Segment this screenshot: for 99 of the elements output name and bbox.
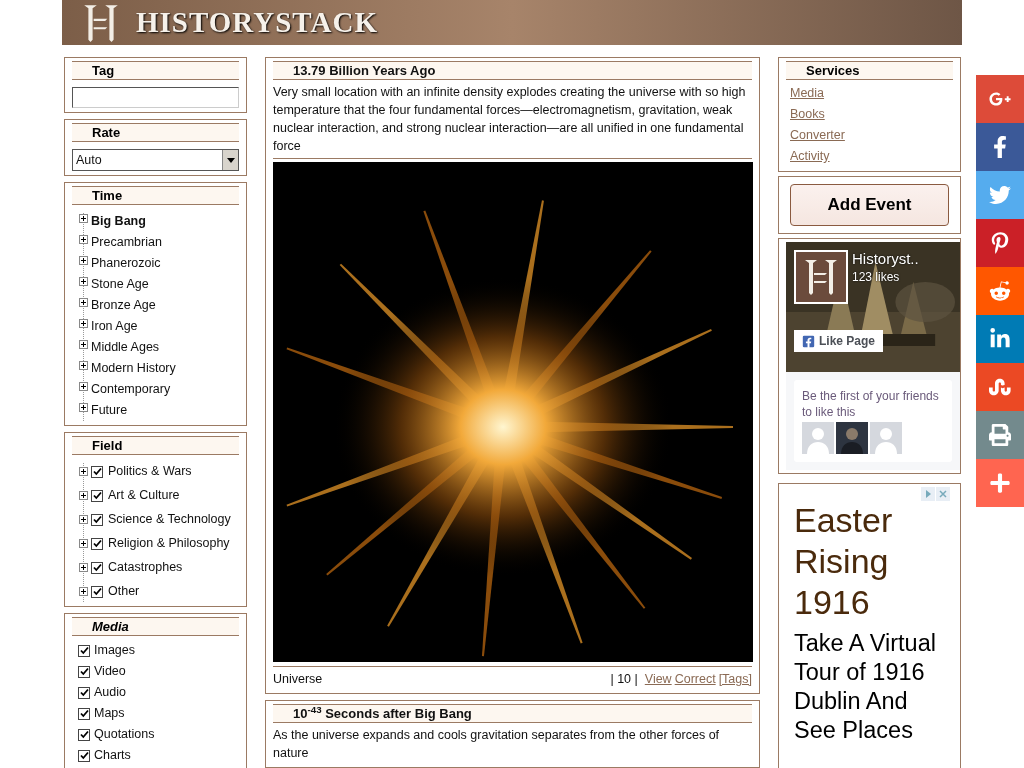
- site-logo[interactable]: HISTORYSTACK: [136, 0, 378, 45]
- event-link[interactable]: [Tags]: [718, 670, 752, 688]
- field-label[interactable]: Politics & Wars: [108, 463, 192, 480]
- share-button[interactable]: [976, 315, 1024, 363]
- ad-headline[interactable]: Easter Rising 1916: [794, 500, 914, 623]
- media-label[interactable]: Images: [94, 642, 135, 659]
- checkbox[interactable]: [78, 686, 90, 699]
- panel-title: Rate: [72, 123, 239, 142]
- plus-icon: [989, 472, 1011, 494]
- ad-choices-icon[interactable]: [921, 487, 950, 501]
- friends-text: Be the first of your friends to like this: [802, 388, 940, 420]
- time-period-item[interactable]: Middle Ages: [91, 339, 160, 356]
- share-button[interactable]: [976, 123, 1024, 171]
- linkedin-icon: [989, 328, 1011, 350]
- service-link[interactable]: Books: [790, 104, 825, 125]
- share-button[interactable]: [976, 363, 1024, 411]
- checkbox[interactable]: [78, 749, 90, 762]
- event-caption: Universe: [273, 671, 324, 688]
- media-label[interactable]: Charts: [94, 747, 131, 764]
- event-date: 13.79 Billion Years Ago: [273, 61, 752, 80]
- field-label[interactable]: Other: [108, 583, 140, 600]
- media-label[interactable]: Audio: [94, 684, 126, 701]
- rating-count: | 10 |: [610, 671, 638, 688]
- checkbox[interactable]: [91, 513, 103, 526]
- event-link[interactable]: View: [644, 670, 672, 688]
- checkbox[interactable]: [91, 585, 103, 598]
- expand-icon[interactable]: [79, 539, 88, 548]
- expand-icon[interactable]: [79, 491, 88, 500]
- service-link[interactable]: Converter: [790, 125, 845, 146]
- checkbox[interactable]: [78, 707, 90, 720]
- expand-icon[interactable]: [79, 361, 88, 370]
- panel-title: Services: [786, 61, 953, 80]
- event-description: Very small location with an infinite density explodes creating the universe with so high temperature that the four fundamental forces—electromagnetism, gravitation, weak nuclear interaction, and strong nuclear interaction—are all unified in one fundamental force: [273, 84, 747, 155]
- bird-icon: [989, 184, 1011, 206]
- avatar-icon: [836, 422, 868, 454]
- rate-select[interactable]: Auto: [72, 149, 239, 171]
- expand-icon[interactable]: [79, 515, 88, 524]
- expand-icon[interactable]: [79, 319, 88, 328]
- like-page-button[interactable]: Like Page: [794, 330, 884, 352]
- pinterest-icon: [989, 232, 1011, 254]
- panel-title: Media: [72, 617, 239, 636]
- add-event-button[interactable]: Add Event: [790, 184, 949, 226]
- checkbox[interactable]: [91, 561, 103, 574]
- field-label[interactable]: Art & Culture: [108, 487, 180, 504]
- checkbox[interactable]: [78, 665, 90, 678]
- service-link[interactable]: Activity: [790, 146, 830, 167]
- time-period-item[interactable]: Phanerozoic: [91, 255, 161, 272]
- event-link[interactable]: Correct: [674, 670, 716, 688]
- time-period-item[interactable]: Future: [91, 402, 128, 419]
- expand-icon[interactable]: [79, 403, 88, 412]
- facebook-icon: [802, 334, 815, 348]
- checkbox[interactable]: [91, 489, 103, 502]
- tag-input[interactable]: [72, 87, 239, 108]
- stumbleupon-icon: [989, 376, 1011, 398]
- event-description: As the universe expands and cools gravitation separates from the other forces of nature: [273, 727, 721, 762]
- field-label[interactable]: Science & Technology: [108, 511, 231, 528]
- share-button[interactable]: [976, 267, 1024, 315]
- time-period-item[interactable]: Modern History: [91, 360, 176, 377]
- expand-icon[interactable]: [79, 382, 88, 391]
- share-button[interactable]: [976, 411, 1024, 459]
- avatar-icon: [870, 422, 902, 454]
- expand-icon[interactable]: [79, 467, 88, 476]
- field-label[interactable]: Catastrophes: [108, 559, 183, 576]
- reddit-icon: [989, 280, 1011, 302]
- printer-icon: [989, 424, 1011, 446]
- time-period-item[interactable]: Contemporary: [91, 381, 171, 398]
- media-label[interactable]: Maps: [94, 705, 125, 722]
- share-button[interactable]: [976, 75, 1024, 123]
- share-button[interactable]: [976, 219, 1024, 267]
- expand-icon[interactable]: [79, 340, 88, 349]
- checkbox[interactable]: [78, 728, 90, 741]
- time-period-item[interactable]: Stone Age: [91, 276, 149, 293]
- field-label[interactable]: Religion & Philosophy: [108, 535, 230, 552]
- media-label[interactable]: Video: [94, 663, 126, 680]
- ad-text[interactable]: Take A Virtual Tour of 1916 Dublin And See Places: [794, 629, 954, 745]
- expand-icon[interactable]: [79, 277, 88, 286]
- event-date: 10$^{-43}$ Seconds after Big Bang: [273, 704, 752, 723]
- share-button[interactable]: [976, 459, 1024, 507]
- time-period-item[interactable]: Precambrian: [91, 234, 162, 251]
- expand-icon[interactable]: [79, 563, 88, 572]
- panel-title: Time: [72, 186, 239, 205]
- checkbox[interactable]: [91, 465, 103, 478]
- checkbox[interactable]: [91, 537, 103, 550]
- media-label[interactable]: Quotations: [94, 726, 155, 743]
- expand-icon[interactable]: [79, 214, 88, 223]
- service-link[interactable]: Media: [790, 83, 825, 104]
- time-period-item[interactable]: Big Bang: [91, 213, 146, 230]
- expand-icon[interactable]: [79, 235, 88, 244]
- time-period-item[interactable]: Iron Age: [91, 318, 138, 335]
- expand-icon[interactable]: [79, 256, 88, 265]
- panel-title: Field: [72, 436, 239, 455]
- expand-icon[interactable]: [79, 587, 88, 596]
- page-name[interactable]: Historyst..: [852, 250, 919, 268]
- expand-icon[interactable]: [79, 298, 88, 307]
- avatar-icon: [802, 422, 834, 454]
- checkbox[interactable]: [78, 644, 90, 657]
- likes-count: 123 likes: [852, 269, 901, 286]
- panel-title: Tag: [72, 61, 239, 80]
- time-period-item[interactable]: Bronze Age: [91, 297, 156, 314]
